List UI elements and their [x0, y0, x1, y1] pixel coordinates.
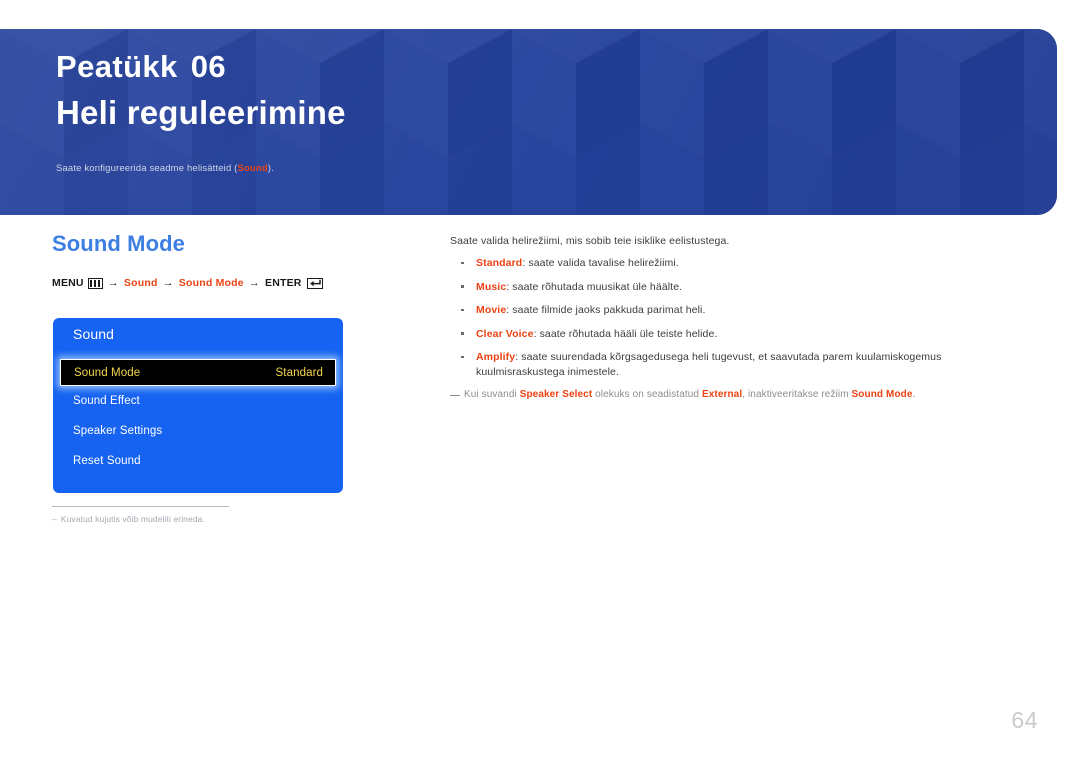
footnote-divider [52, 506, 229, 507]
banner-subtitle-keyword: Sound [237, 163, 268, 174]
note-part-1: Kui suvandi [464, 389, 520, 400]
option-bullet-list: Standard: saate valida tavalise helireži… [450, 256, 1028, 379]
chapter-banner: Peatükk 06 Heli reguleerimine Saate konfi… [0, 29, 1057, 215]
osd-row-label: Sound Mode [74, 366, 141, 379]
path-arrow-2: → [162, 277, 174, 289]
document-page: Peatükk 06 Heli reguleerimine Saate konfi… [0, 0, 1080, 763]
list-item: Music: saate rõhutada muusikat üle häält… [450, 280, 1028, 295]
path-arrow-1: → [107, 277, 119, 289]
footnote-dash: ‒ [52, 514, 57, 524]
osd-row-sound-effect[interactable]: Sound Effect [53, 386, 343, 416]
osd-row-sound-mode[interactable]: Sound Mode Standard [60, 359, 336, 386]
bullet-dot-icon [461, 261, 464, 264]
caution-note: Kui suvandi Speaker Select olekuks on se… [450, 388, 1028, 402]
osd-row-label: Reset Sound [73, 455, 141, 467]
osd-row-reset-sound[interactable]: Reset Sound [53, 446, 343, 476]
option-description: : saate suurendada kõrgsagedusega heli t… [476, 351, 942, 378]
note-dash-icon [450, 394, 460, 396]
enter-return-icon [306, 277, 323, 289]
footnote-text-line: ‒ Kuvatud kujutis võib mudeliti erineda. [52, 514, 352, 524]
path-step-sound: Sound [123, 277, 158, 289]
menu-grid-icon [87, 277, 103, 289]
right-column: Saate valida helirežiimi, mis sobib teie… [450, 234, 1028, 402]
bullet-dot-icon [461, 332, 464, 335]
banner-text-block: Peatükk 06 Heli reguleerimine Saate konfi… [56, 47, 346, 174]
chapter-title: Heli reguleerimine [56, 94, 346, 131]
tv-osd-panel: Sound Sound Mode Standard Sound Effect S… [53, 318, 343, 493]
option-term: Music [476, 280, 507, 293]
osd-row-speaker-settings[interactable]: Speaker Settings [53, 416, 343, 446]
chapter-number: 06 [190, 49, 226, 84]
note-part-3: , inaktiveeritakse režiim [742, 389, 852, 400]
osd-panel-title: Sound [73, 326, 114, 342]
list-item: Standard: saate valida tavalise helireži… [450, 256, 1028, 271]
bullet-dot-icon [461, 355, 464, 358]
bullet-dot-icon [461, 308, 464, 311]
option-description: : saate rõhutada hääli üle teiste helide… [533, 327, 718, 340]
intro-paragraph: Saate valida helirežiimi, mis sobib teie… [450, 235, 730, 247]
option-description: : saate rõhutada muusikat üle häälte. [506, 280, 683, 293]
option-term: Amplify [476, 351, 516, 363]
banner-subtitle-prefix: Saate konfigureerida seadme helisätteid … [56, 163, 238, 174]
osd-row-label: Speaker Settings [73, 425, 163, 437]
osd-row-value: Standard [275, 366, 323, 379]
note-keyword-external: External [701, 389, 743, 400]
note-keyword-sound-mode: Sound Mode [851, 389, 913, 400]
menu-navigation-path: MENU → Sound → Sound Mode → ENTER [52, 277, 432, 289]
option-description: : saate filmide jaoks pakkuda parimat he… [506, 304, 706, 316]
osd-menu-list: Sound Mode Standard Sound Effect Speaker… [53, 359, 343, 476]
note-keyword-speaker-select: Speaker Select [519, 389, 593, 400]
left-column: Sound Mode MENU → Sound → Sound Mode → E… [52, 231, 432, 289]
path-arrow-3: → [248, 277, 260, 289]
banner-subtitle-suffix: ). [267, 163, 274, 174]
option-term: Clear Voice [476, 327, 534, 340]
list-item: Clear Voice: saate rõhutada hääli üle te… [450, 327, 1028, 342]
list-item: Movie: saate filmide jaoks pakkuda parim… [450, 303, 1028, 318]
chapter-label: Peatükk [56, 49, 178, 84]
option-description: : saate valida tavalise helirežiimi. [522, 257, 679, 269]
option-term: Standard [476, 257, 523, 269]
page-number: 64 [1011, 707, 1038, 733]
osd-row-label: Sound Effect [73, 395, 140, 407]
panel-footnote: ‒ Kuvatud kujutis võib mudeliti erineda. [52, 506, 352, 524]
footnote-text: Kuvatud kujutis võib mudeliti erineda. [60, 514, 205, 524]
enter-label: ENTER [265, 277, 302, 289]
chapter-line: Peatükk 06 [56, 47, 346, 87]
note-part-4: . [912, 389, 916, 400]
page-title: Sound Mode [52, 231, 185, 256]
banner-subtitle: Saate konfigureerida seadme helisätteid … [56, 163, 346, 174]
list-item: Amplify: saate suurendada kõrgsagedusega… [450, 350, 1028, 379]
option-term: Movie [476, 304, 507, 316]
menu-label: MENU [52, 277, 84, 289]
note-part-2: olekuks on seadistatud [592, 389, 702, 400]
bullet-dot-icon [461, 285, 464, 288]
path-step-sound-mode: Sound Mode [178, 277, 244, 289]
